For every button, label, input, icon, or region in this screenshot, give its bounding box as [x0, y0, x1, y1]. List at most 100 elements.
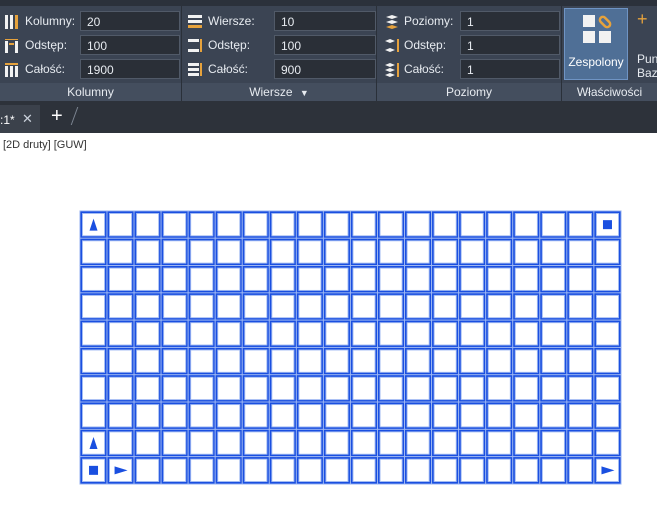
grid-cell — [241, 319, 270, 349]
grid-cell — [593, 401, 622, 430]
grid-cell — [539, 319, 568, 349]
grid-cell — [485, 319, 514, 349]
grid-cell — [512, 456, 541, 485]
grid-cell — [566, 346, 595, 376]
grid-cell — [268, 292, 297, 321]
grid-cell — [187, 292, 216, 321]
grid-cell — [458, 428, 487, 458]
grid-cell — [593, 374, 622, 403]
grid-cell — [214, 319, 243, 349]
grid-cell — [431, 456, 460, 485]
grid-cell — [241, 346, 270, 376]
grid-cell — [187, 401, 216, 430]
grid-cell — [349, 456, 379, 485]
grid-cell — [106, 319, 135, 349]
grid-cell — [79, 319, 108, 349]
grid-cell — [404, 401, 433, 430]
grid-cell — [431, 319, 460, 349]
grid-cell — [241, 374, 270, 403]
grid-cell — [295, 292, 325, 321]
grid-cell — [133, 265, 162, 294]
grid-cell — [349, 319, 379, 349]
grid-cell — [458, 319, 487, 349]
grid-cell — [79, 237, 108, 267]
grid-cell — [593, 237, 622, 267]
grid-cell — [106, 292, 135, 321]
grid-cell — [512, 428, 541, 458]
grid-cell — [106, 428, 135, 458]
grid-cell — [106, 346, 135, 376]
grid-cell — [160, 346, 189, 376]
grid-cell — [377, 346, 406, 376]
grid-cell — [349, 292, 379, 321]
grid-cell — [295, 265, 325, 294]
grid-cell — [133, 456, 162, 485]
grid-cell — [322, 428, 352, 458]
grid-cell — [160, 401, 189, 430]
grid-cell — [322, 346, 352, 376]
grid-cell — [593, 428, 622, 458]
grid-cell — [214, 237, 243, 267]
grid-cell — [539, 456, 568, 485]
grid-cell — [404, 292, 433, 321]
grid-cell — [431, 237, 460, 267]
grid-cell — [214, 401, 243, 430]
grid-cell — [566, 319, 595, 349]
grid-cell — [106, 210, 135, 239]
grid-cell — [268, 346, 297, 376]
grid-cell — [512, 319, 541, 349]
grid-cell — [295, 401, 325, 430]
grid-cell — [187, 237, 216, 267]
grid-cell — [539, 292, 568, 321]
grid-cell — [322, 319, 352, 349]
grid-cell — [187, 456, 216, 485]
grid-cell — [241, 265, 270, 294]
grid-cell — [133, 319, 162, 349]
grid-cell — [214, 210, 243, 239]
grid-cell — [349, 401, 379, 430]
grid-cell — [593, 292, 622, 321]
grid-cell — [106, 265, 135, 294]
grid-cell — [187, 265, 216, 294]
grid-cell — [241, 210, 270, 239]
grid-cell — [458, 346, 487, 376]
grid-cell — [377, 210, 406, 239]
grid-cell — [512, 210, 541, 239]
grid-cell — [160, 210, 189, 239]
grid-cell — [268, 210, 297, 239]
grid-cell — [322, 292, 352, 321]
grid-cell — [431, 210, 460, 239]
grid-cell — [566, 374, 595, 403]
grid-cell — [566, 237, 595, 267]
grid-cell — [377, 265, 406, 294]
grid-cell — [187, 210, 216, 239]
grid-cell — [133, 401, 162, 430]
grid-cell — [160, 456, 189, 485]
grid-cell — [187, 346, 216, 376]
grid-cell — [539, 401, 568, 430]
grid-cell — [512, 265, 541, 294]
grid-cell — [404, 456, 433, 485]
grid-cell — [160, 237, 189, 267]
grid-cell — [349, 237, 379, 267]
grid-cell — [539, 346, 568, 376]
grid-cell — [106, 237, 135, 267]
grid-cell — [485, 292, 514, 321]
grid-cell — [485, 428, 514, 458]
grid-cell — [268, 456, 297, 485]
grid-cell — [295, 319, 325, 349]
grid-cell — [160, 319, 189, 349]
grid-cell — [241, 428, 270, 458]
grid-cell — [539, 428, 568, 458]
grid-cell — [539, 210, 568, 239]
grid-cell — [295, 237, 325, 267]
grid-cell — [404, 265, 433, 294]
grid-cell — [377, 292, 406, 321]
grid-cell — [268, 428, 297, 458]
grid-cell — [349, 346, 379, 376]
grid-cell — [160, 265, 189, 294]
grid-cell — [349, 265, 379, 294]
grid-cell — [322, 265, 352, 294]
array-grid[interactable] — [0, 0, 657, 511]
grid-cell — [431, 401, 460, 430]
